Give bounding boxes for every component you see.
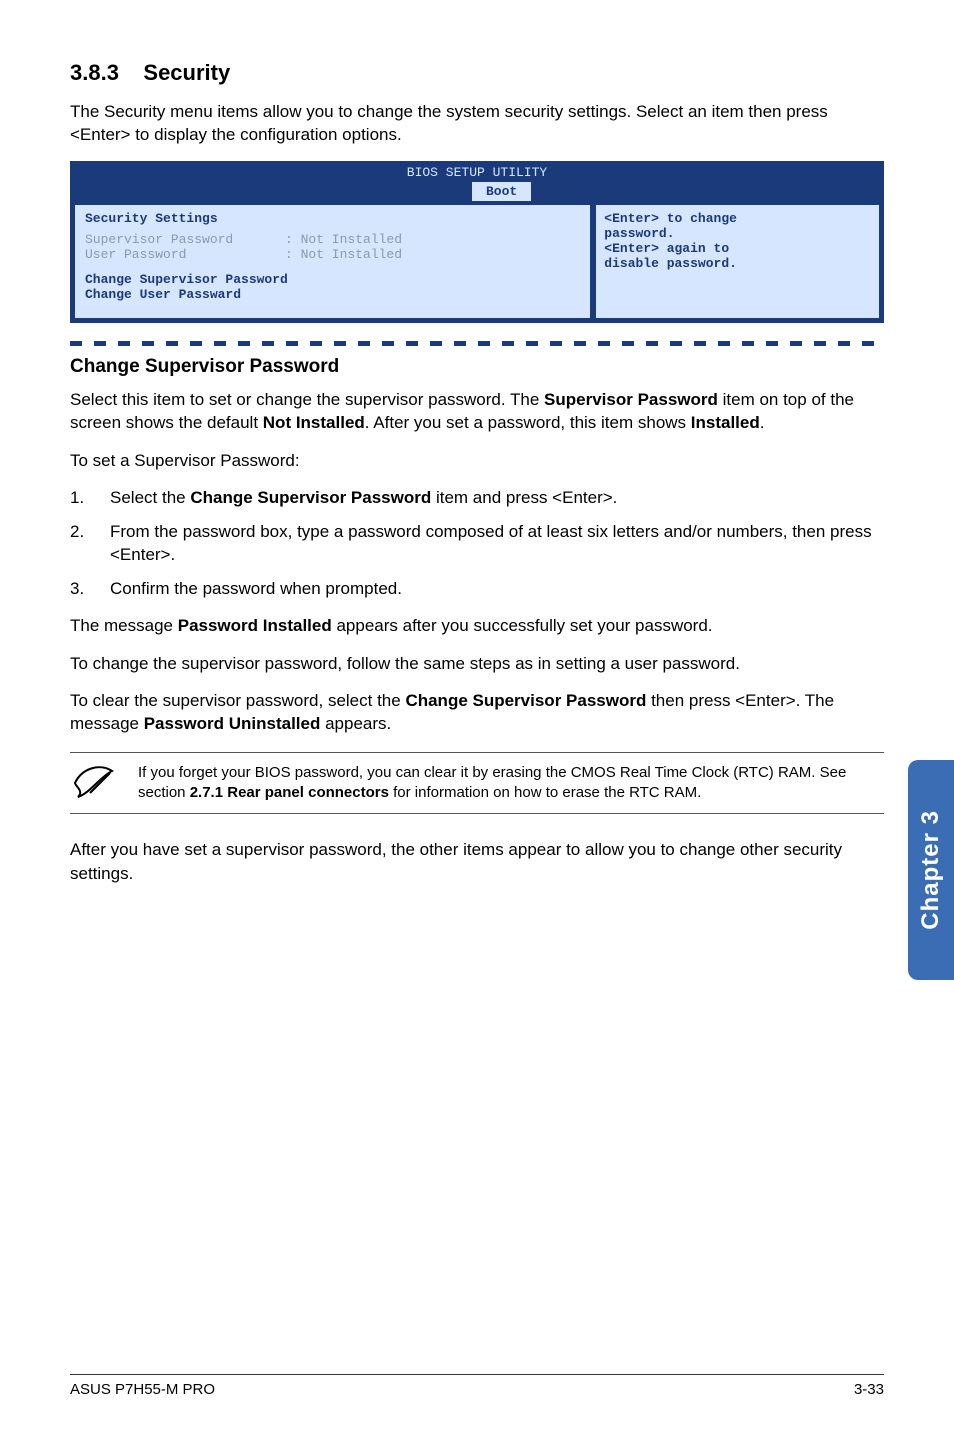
subheading-change-supervisor: Change Supervisor Password — [70, 356, 884, 378]
step-text: Select the Change Supervisor Password it… — [110, 486, 617, 509]
step-number: 1. — [70, 486, 110, 509]
bios-row-label: Supervisor Password — [85, 232, 285, 247]
text: To clear the supervisor password, select… — [70, 691, 405, 710]
page-footer: ASUS P7H55-M PRO 3-33 — [70, 1374, 884, 1398]
bios-title: BIOS SETUP UTILITY — [72, 163, 882, 182]
step-number: 2. — [70, 520, 110, 567]
footer-product: ASUS P7H55-M PRO — [70, 1381, 215, 1398]
bios-help-panel: <Enter> to change password. <Enter> agai… — [595, 204, 880, 319]
paragraph-3: The message Password Installed appears a… — [70, 614, 884, 637]
bios-help-line: <Enter> again to — [604, 241, 871, 256]
step-number: 3. — [70, 577, 110, 600]
step-text: From the password box, type a password c… — [110, 520, 884, 567]
paragraph-1: Select this item to set or change the su… — [70, 388, 884, 435]
text: The message — [70, 616, 178, 635]
bios-screenshot: BIOS SETUP UTILITY Boot Security Setting… — [70, 161, 884, 323]
bios-row-value: : Not Installed — [285, 247, 402, 262]
text: . — [760, 413, 765, 432]
paragraph-2: To set a Supervisor Password: — [70, 449, 884, 472]
intro-paragraph: The Security menu items allow you to cha… — [70, 100, 884, 147]
paragraph-5: To clear the supervisor password, select… — [70, 689, 884, 736]
note-text: If you forget your BIOS password, you ca… — [138, 763, 884, 804]
text: . After you set a password, this item sh… — [365, 413, 691, 432]
bold-text: 2.7.1 Rear panel connectors — [190, 784, 389, 801]
bios-panel-heading: Security Settings — [85, 211, 580, 226]
bold-text: Not Installed — [263, 413, 365, 432]
section-number: 3.8.3 — [70, 60, 119, 85]
chapter-side-tab: Chapter 3 — [908, 760, 954, 980]
bios-help-line: disable password. — [604, 256, 871, 271]
bios-action-change-supervisor: Change Supervisor Password — [85, 272, 580, 287]
bios-row-user: User Password : Not Installed — [85, 247, 580, 262]
section-heading: 3.8.3 Security — [70, 60, 884, 86]
step-text: Confirm the password when prompted. — [110, 577, 402, 600]
bios-tab-boot: Boot — [472, 182, 531, 201]
text: appears after you successfully set your … — [332, 616, 713, 635]
bold-text: Password Installed — [178, 616, 332, 635]
bios-row-label: User Password — [85, 247, 285, 262]
text: appears. — [320, 714, 391, 733]
text: Select this item to set or change the su… — [70, 390, 544, 409]
paragraph-6: After you have set a supervisor password… — [70, 838, 884, 885]
bios-help-line: <Enter> to change — [604, 211, 871, 226]
bold-text: Change Supervisor Password — [190, 488, 431, 507]
footer-page-number: 3-33 — [854, 1381, 884, 1398]
step-2: 2. From the password box, type a passwor… — [70, 520, 884, 567]
section-title-text: Security — [143, 60, 230, 85]
note-icon — [70, 763, 118, 803]
text: item and press <Enter>. — [431, 488, 617, 507]
paragraph-4: To change the supervisor password, follo… — [70, 652, 884, 675]
bios-row-value: : Not Installed — [285, 232, 402, 247]
bios-tab-bar: Boot — [72, 182, 882, 202]
bios-left-panel: Security Settings Supervisor Password : … — [74, 204, 591, 319]
bold-text: Installed — [691, 413, 760, 432]
bios-help-line: password. — [604, 226, 871, 241]
bios-action-change-user: Change User Passward — [85, 287, 580, 302]
step-3: 3. Confirm the password when prompted. — [70, 577, 884, 600]
text: Select the — [110, 488, 190, 507]
note-block: If you forget your BIOS password, you ca… — [70, 752, 884, 815]
bold-text: Password Uninstalled — [144, 714, 321, 733]
steps-list: 1. Select the Change Supervisor Password… — [70, 486, 884, 600]
bold-text: Supervisor Password — [544, 390, 718, 409]
text: for information on how to erase the RTC … — [389, 784, 701, 801]
torn-edge-decoration — [70, 341, 884, 346]
bios-row-supervisor: Supervisor Password : Not Installed — [85, 232, 580, 247]
bold-text: Change Supervisor Password — [405, 691, 646, 710]
step-1: 1. Select the Change Supervisor Password… — [70, 486, 884, 509]
chapter-label: Chapter 3 — [917, 810, 945, 930]
